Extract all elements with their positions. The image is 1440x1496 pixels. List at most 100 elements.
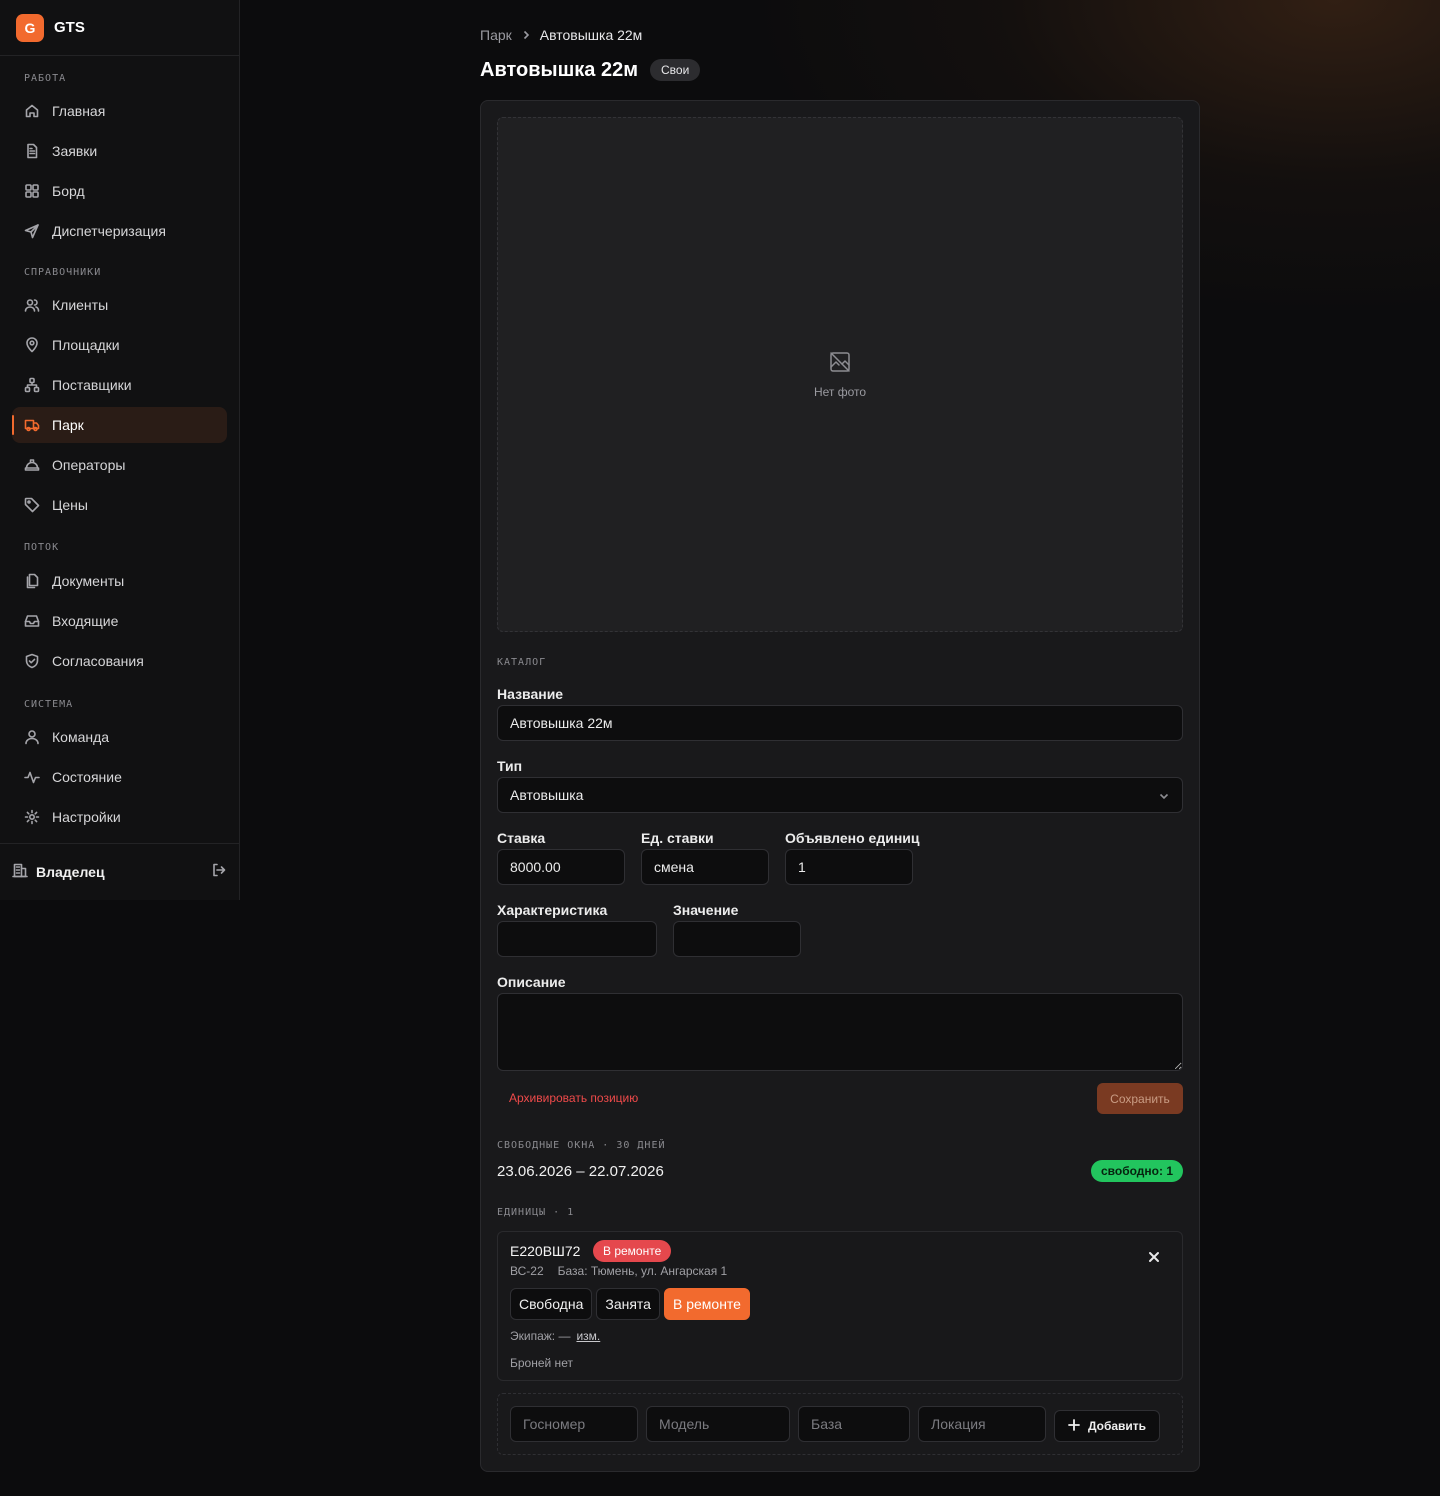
shield-check-icon <box>24 653 40 669</box>
sidebar-item-requests[interactable]: Заявки <box>12 133 227 169</box>
sidebar-item-prices[interactable]: Цены <box>12 487 227 523</box>
close-icon[interactable] <box>1148 1250 1160 1268</box>
unit-meta: ВС-22 База: Тюмень, ул. Ангарская 1 <box>510 1264 727 1278</box>
sidebar-item-label: Борд <box>52 183 85 199</box>
value-label: Значение <box>673 902 739 918</box>
add-unit-button[interactable]: Добавить <box>1054 1410 1160 1442</box>
sidebar-item-park[interactable]: Парк <box>12 407 227 443</box>
files-icon <box>24 573 40 589</box>
photo-dropzone[interactable]: Нет фото <box>497 117 1183 632</box>
sidebar-item-label: Поставщики <box>52 377 132 393</box>
send-icon <box>24 223 40 239</box>
breadcrumb-link-park[interactable]: Парк <box>480 27 512 43</box>
sidebar-item-label: Состояние <box>52 769 122 785</box>
status-button-repair[interactable]: В ремонте <box>663 1288 750 1320</box>
free-window-range: 23.06.2026 – 22.07.2026 <box>497 1163 664 1180</box>
section-title-catalog: КАТАЛОГ <box>497 657 547 668</box>
sidebar-item-label: Согласования <box>52 653 144 669</box>
rate-unit-input[interactable] <box>641 849 769 885</box>
unit-model: ВС-22 <box>510 1264 544 1278</box>
no-image-icon <box>828 350 852 379</box>
sidebar-item-suppliers[interactable]: Поставщики <box>12 367 227 403</box>
archive-button[interactable]: Архивировать позицию <box>509 1091 638 1105</box>
location-input[interactable] <box>918 1406 1046 1442</box>
title-row: Автовышка 22м Свои <box>480 58 701 82</box>
nav-section-title: СПРАВОЧНИКИ <box>24 267 102 278</box>
sidebar-item-dispatch[interactable]: Диспетчеризация <box>12 213 227 249</box>
sidebar: G GTS РАБОТА Главная Заявки Борд Диспетч… <box>0 0 240 900</box>
nav-section-title: СИСТЕМА <box>24 699 74 710</box>
plate-input[interactable] <box>510 1406 638 1442</box>
building-icon <box>12 862 28 883</box>
type-label: Тип <box>497 758 523 774</box>
breadcrumb: Парк Автовышка 22м <box>480 26 642 44</box>
sidebar-item-approvals[interactable]: Согласования <box>12 643 227 679</box>
unit-card: Е220ВШ72 В ремонте ВС-22 База: Тюмень, у… <box>497 1231 1183 1381</box>
nav-section-title: ПОТОК <box>24 542 60 553</box>
sidebar-item-label: Клиенты <box>52 297 109 313</box>
sidebar-item-home[interactable]: Главная <box>12 93 227 129</box>
save-button[interactable]: Сохранить <box>1097 1083 1183 1114</box>
sidebar-item-status[interactable]: Состояние <box>12 759 227 795</box>
description-textarea[interactable] <box>497 993 1183 1071</box>
nav-section-title: РАБОТА <box>24 73 67 84</box>
user-icon <box>24 729 40 745</box>
network-icon <box>24 377 40 393</box>
document-icon <box>24 143 40 159</box>
crew-change-link[interactable]: изм. <box>576 1329 600 1343</box>
sidebar-item-label: Операторы <box>52 457 126 473</box>
crew-text: Экипаж: — <box>510 1329 571 1343</box>
truck-icon <box>24 417 40 433</box>
sidebar-item-label: Цены <box>52 497 88 513</box>
base-input[interactable] <box>798 1406 910 1442</box>
sidebar-item-label: Парк <box>52 417 84 433</box>
sidebar-footer: Владелец <box>0 843 239 900</box>
sidebar-item-team[interactable]: Команда <box>12 719 227 755</box>
name-input[interactable] <box>497 705 1183 741</box>
sidebar-item-label: Настройки <box>52 809 121 825</box>
tag-icon <box>24 497 40 513</box>
sidebar-item-label: Диспетчеризация <box>52 223 166 239</box>
description-label: Описание <box>497 974 566 990</box>
status-badge: В ремонте <box>593 1240 672 1262</box>
value-input[interactable] <box>673 921 801 957</box>
unit-base: База: Тюмень, ул. Ангарская 1 <box>557 1264 728 1278</box>
sidebar-item-clients[interactable]: Клиенты <box>12 287 227 323</box>
ownership-tag: Свои <box>650 59 701 81</box>
sidebar-item-settings[interactable]: Настройки <box>12 799 227 835</box>
characteristic-input[interactable] <box>497 921 657 957</box>
sidebar-item-documents[interactable]: Документы <box>12 563 227 599</box>
owner-label: Владелец <box>36 864 105 880</box>
model-input[interactable] <box>646 1406 790 1442</box>
add-unit-label: Добавить <box>1087 1419 1147 1433</box>
type-select-value: Автовышка <box>510 787 584 803</box>
map-pin-icon <box>24 337 40 353</box>
equipment-card: Нет фото КАТАЛОГ Название Тип Автовышка … <box>480 100 1200 1472</box>
sidebar-item-sites[interactable]: Площадки <box>12 327 227 363</box>
crew-row: Экипаж: — изм. <box>510 1329 600 1343</box>
status-segmented-control: Свободна Занята В ремонте <box>510 1288 750 1320</box>
sidebar-item-label: Входящие <box>52 613 119 629</box>
hard-hat-icon <box>24 457 40 473</box>
status-button-busy[interactable]: Занята <box>596 1288 660 1320</box>
rate-input[interactable] <box>497 849 625 885</box>
rate-label: Ставка <box>497 830 546 846</box>
plus-icon <box>1068 1418 1080 1434</box>
brand[interactable]: G GTS <box>0 0 239 56</box>
sidebar-item-label: Площадки <box>52 337 120 353</box>
brand-logo: G <box>16 13 44 42</box>
breadcrumb-current: Автовышка 22м <box>539 27 643 43</box>
sidebar-item-board[interactable]: Борд <box>12 173 227 209</box>
type-select[interactable]: Автовышка <box>497 777 1183 813</box>
sidebar-item-operators[interactable]: Операторы <box>12 447 227 483</box>
add-unit-row: Добавить <box>497 1393 1183 1455</box>
logout-icon[interactable] <box>211 862 227 883</box>
page-title: Автовышка 22м <box>480 58 638 81</box>
status-button-free[interactable]: Свободна <box>510 1288 593 1320</box>
home-icon <box>24 103 40 119</box>
units-declared-input[interactable] <box>785 849 913 885</box>
sidebar-item-label: Документы <box>52 573 125 589</box>
brand-name: GTS <box>54 19 85 36</box>
sidebar-item-inbox[interactable]: Входящие <box>12 603 227 639</box>
inbox-icon <box>24 613 40 629</box>
